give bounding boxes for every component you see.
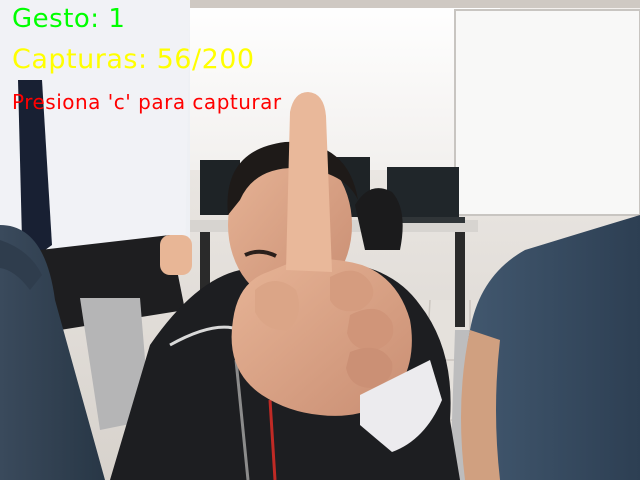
capture-instruction: Presiona 'c' para capturar [12,90,282,114]
camera-frame: Gesto: 1 Capturas: 56/200 Presiona 'c' p… [0,0,640,480]
desk-leg-right [455,232,465,327]
standing-person-hand [160,235,192,275]
gesture-label: Gesto: 1 [12,4,126,34]
whiteboard [454,9,640,216]
right-person-arm [461,330,500,480]
curled-finger-2 [347,308,394,351]
raised-index-finger-hand-icon [286,92,332,272]
window-light [160,0,500,170]
captures-counter: Capturas: 56/200 [12,44,255,75]
